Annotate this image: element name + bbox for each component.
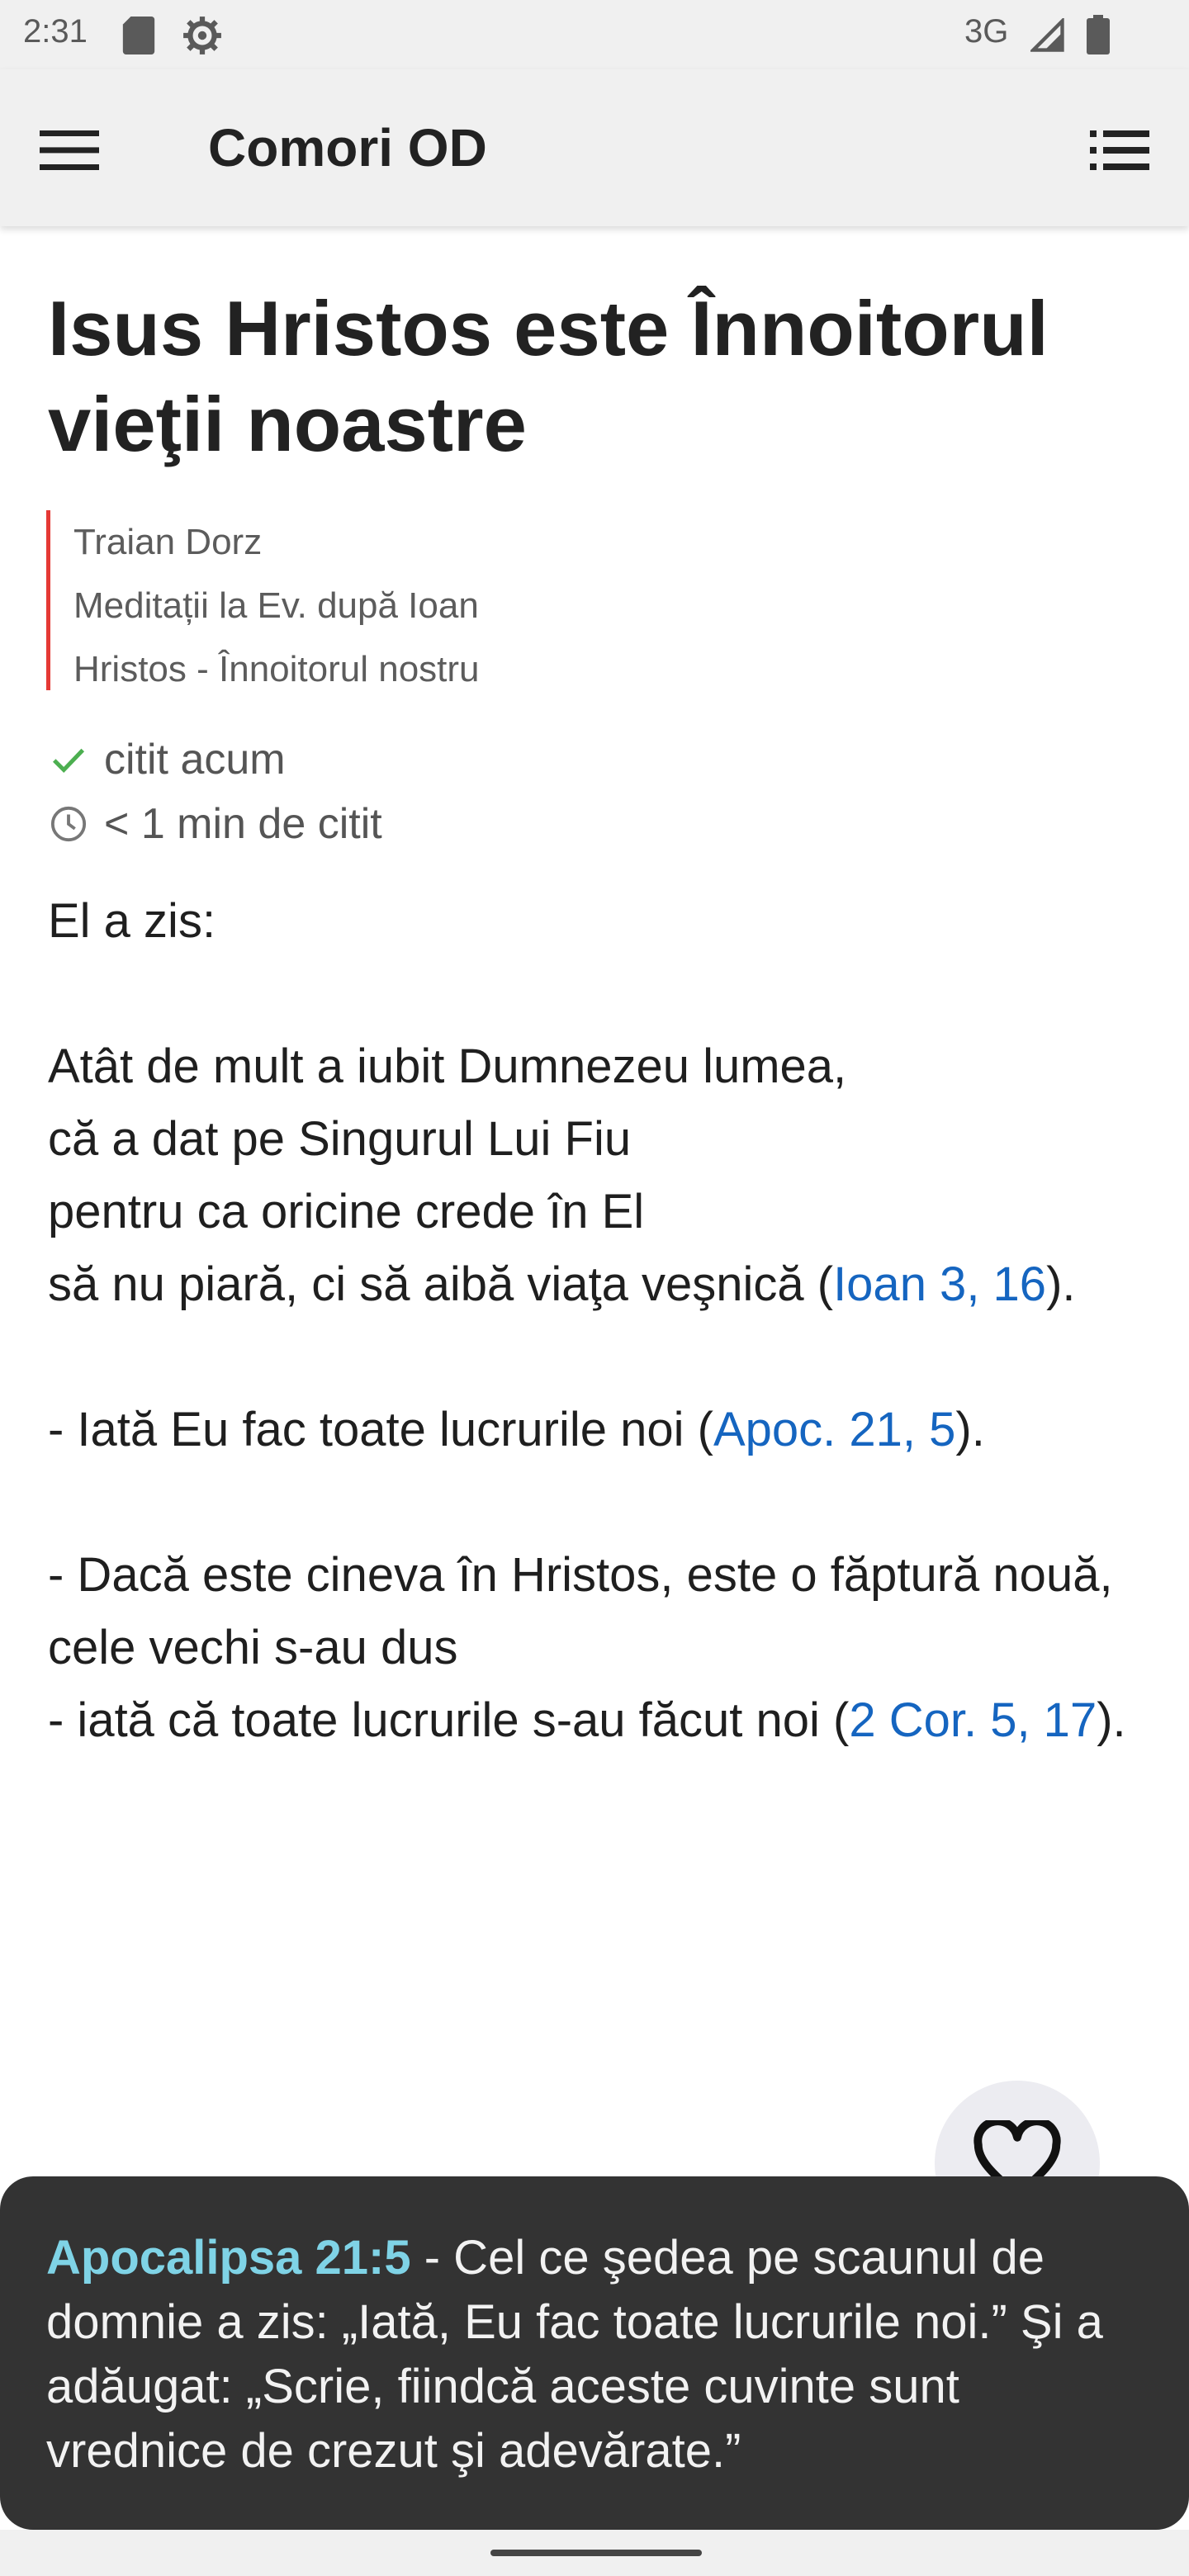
status-bar: 2:31 3G — [0, 0, 1189, 69]
network-type: 3G — [964, 13, 1009, 50]
body-line: pentru ca oricine crede în El — [48, 1185, 645, 1238]
signal-icon — [1030, 18, 1064, 52]
read-status: citit acum — [50, 735, 286, 784]
article-title: Isus Hristos este Înnoitorul vieţii noas… — [48, 285, 1049, 467]
reading-time-label: < 1 min de citit — [104, 800, 382, 848]
bible-reference-link[interactable]: Apoc. 21, 5 — [713, 1403, 955, 1456]
article-meta: Traian Dorz Meditații la Ev. după Ioan H… — [46, 510, 789, 690]
app-title: Comori OD — [208, 118, 487, 178]
body-line: El a zis: — [48, 894, 216, 948]
bible-reference-link[interactable]: 2 Cor. 5, 17 — [849, 1693, 1097, 1747]
article-body: El a zis: Atât de mult a iubit Dumnezeu … — [48, 885, 1154, 1757]
home-indicator[interactable] — [490, 2550, 702, 2556]
body-text: ). — [1046, 1257, 1076, 1311]
body-text: - iată că toate lucrurile s-au făcut noi… — [48, 1693, 850, 1747]
body-paragraph: - iată că toate lucrurile s-au făcut noi… — [48, 1684, 1154, 1757]
status-time: 2:31 — [23, 13, 88, 50]
verse-popup[interactable]: Apocalipsa 21:5 - Cel ce şedea pe scaunu… — [0, 2176, 1189, 2530]
body-text: să nu piară, ci să aibă viaţa veşnică ( — [48, 1257, 834, 1311]
body-paragraph: să nu piară, ci să aibă viaţa veşnică (I… — [48, 1248, 1154, 1321]
navigation-bar — [0, 2530, 1189, 2576]
body-line: - Dacă este cineva în Hristos, este o fă… — [48, 1548, 1113, 1602]
app-bar: Comori OD — [0, 69, 1189, 226]
list-icon[interactable] — [1090, 127, 1149, 173]
sd-card-icon — [122, 17, 155, 54]
body-text: - Iată Eu fac toate lucrurile noi ( — [48, 1403, 713, 1456]
book-title: Meditații la Ev. după Ioan — [73, 585, 479, 626]
reading-time: < 1 min de citit — [50, 799, 382, 849]
chapter-title: Hristos - Înnoitorul nostru — [73, 649, 480, 689]
hamburger-menu-icon[interactable] — [40, 130, 99, 170]
battery-icon — [1087, 15, 1110, 54]
gear-icon — [183, 17, 221, 54]
clock-icon — [50, 806, 87, 842]
verse-reference: Apocalipsa 21:5 — [46, 2231, 411, 2285]
body-paragraph: - Iată Eu fac toate lucrurile noi (Apoc.… — [48, 1394, 1154, 1466]
body-line: că a dat pe Singurul Lui Fiu — [48, 1112, 632, 1166]
bible-reference-link[interactable]: Ioan 3, 16 — [833, 1257, 1046, 1311]
read-status-label: citit acum — [104, 736, 286, 784]
check-icon — [52, 748, 85, 774]
body-text: ). — [955, 1403, 985, 1456]
body-line: Atât de mult a iubit Dumnezeu lumea, — [48, 1039, 847, 1093]
author-name: Traian Dorz — [73, 522, 263, 562]
body-line: cele vechi s-au dus — [48, 1621, 458, 1674]
body-text: ). — [1097, 1693, 1126, 1747]
